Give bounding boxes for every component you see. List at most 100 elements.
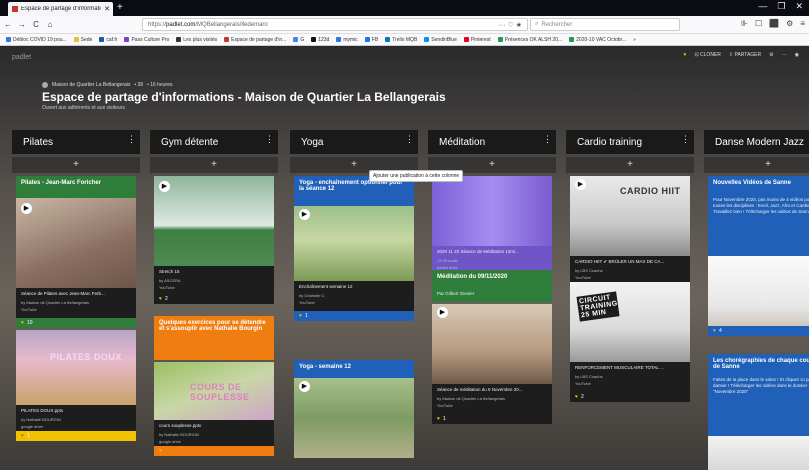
- bookmarks-more-icon[interactable]: »: [633, 37, 636, 43]
- post-likes[interactable]: ♥ 2: [154, 294, 274, 304]
- post-card[interactable]: ▶ Stretch 15 by ASCERA YouTube ♥ 2: [154, 176, 274, 304]
- column-menu-icon[interactable]: ⋮: [265, 134, 274, 145]
- bookmark-item[interactable]: G: [293, 37, 304, 43]
- new-tab-button[interactable]: +: [117, 2, 123, 14]
- post-thumbnail[interactable]: ▶: [154, 176, 274, 266]
- post-thumbnail[interactable]: ▶: [294, 378, 414, 458]
- toolbar-icon[interactable]: ⊪: [741, 19, 748, 28]
- add-post-button[interactable]: +: [12, 157, 140, 173]
- heart-icon[interactable]: ♥: [437, 416, 440, 422]
- post-card[interactable]: Les chorégraphies de chaque cours de San…: [708, 354, 809, 470]
- bookmark-item[interactable]: Les plus visités: [176, 37, 217, 43]
- post-likes[interactable]: ♥ 10: [16, 318, 136, 328]
- bookmark-item[interactable]: caf.fr: [99, 37, 117, 43]
- post-card[interactable]: 2020 11 20 Séance de Méditation 13mi... 1…: [432, 176, 552, 282]
- heart-icon[interactable]: ♥: [159, 448, 162, 454]
- search-input[interactable]: ⌕ Rechercher: [530, 18, 680, 31]
- heart-icon[interactable]: ♥: [575, 394, 578, 400]
- bookmark-item[interactable]: Pass Culture Pro: [124, 37, 169, 43]
- url-actions[interactable]: ··· ♡ ★: [499, 21, 522, 29]
- bookmark-item[interactable]: Trello MQB: [385, 37, 417, 43]
- heart-icon[interactable]: ♥: [683, 52, 686, 58]
- post-likes[interactable]: ♥ 4: [708, 326, 809, 336]
- play-icon[interactable]: ▶: [159, 181, 170, 192]
- bookmark-item[interactable]: 2020-10 VAC Octobr...: [569, 37, 626, 43]
- bookmark-item[interactable]: 123d: [311, 37, 329, 43]
- bookmark-item[interactable]: Espace de partage d'in...: [224, 37, 286, 43]
- heart-icon[interactable]: ♥: [21, 320, 24, 326]
- heart-icon[interactable]: ♥: [713, 328, 716, 334]
- bookmark-item[interactable]: Sede: [73, 37, 92, 43]
- post-thumbnail[interactable]: [708, 256, 809, 326]
- close-window-icon[interactable]: ✕: [795, 1, 803, 12]
- bookmark-item[interactable]: Pinterest: [463, 37, 491, 43]
- bookmark-item[interactable]: Présences OK ALSH 20...: [497, 37, 562, 43]
- toolbar-icon[interactable]: ≡: [800, 19, 805, 28]
- heart-icon[interactable]: ♥: [21, 433, 24, 439]
- padlet-action[interactable]: ⊡ CLONER: [694, 52, 720, 58]
- post-card[interactable]: Méditation du 09/11/2020 Par Gilbert Gieo…: [432, 270, 552, 302]
- bookmark-item[interactable]: Débloc COVID 19 pou...: [6, 37, 67, 43]
- play-icon[interactable]: ▶: [21, 203, 32, 214]
- bookmark-item[interactable]: SendinBlue: [424, 37, 457, 43]
- toolbar-icon[interactable]: ⚙: [786, 19, 793, 28]
- maximize-icon[interactable]: ❐: [777, 1, 785, 12]
- reload-icon[interactable]: C: [30, 20, 42, 29]
- padlet-logo[interactable]: padlet: [12, 54, 31, 61]
- post-text: cours souplesse.pptx: [159, 423, 202, 428]
- minimize-icon[interactable]: —: [758, 1, 767, 12]
- post-card[interactable]: Nouvelles Vidéos de Sanne Pour Novembre 2…: [708, 176, 809, 336]
- post-thumbnail[interactable]: [432, 176, 552, 246]
- post-thumbnail[interactable]: PILATES DOUX: [16, 330, 136, 405]
- post-likes[interactable]: ♥ 2: [570, 392, 690, 402]
- toolbar-icon[interactable]: ☐: [755, 19, 762, 28]
- post-likes[interactable]: ♥ 1: [16, 431, 136, 441]
- column-title: Gym détente: [161, 136, 219, 148]
- post-card[interactable]: PILATES DOUX PILATES DOUX.pptx by Nathalie…: [16, 330, 136, 441]
- add-post-button[interactable]: +: [566, 157, 694, 173]
- column-menu-icon[interactable]: ⋮: [681, 134, 690, 145]
- bookmark-item[interactable]: FB: [364, 37, 378, 43]
- post-likes[interactable]: ♥: [154, 446, 274, 456]
- post-card[interactable]: ▶ Séance de méditation du 9 Novembre 20..…: [432, 304, 552, 424]
- post-card[interactable]: ▶ CARDIO HIIT CARDIO HIIT ✔ BRÛLER UN MAX …: [570, 176, 690, 292]
- post-thumbnail[interactable]: [708, 436, 809, 470]
- post-card[interactable]: COURS DE SOUPLESSE cours souplesse.pptx by…: [154, 362, 274, 456]
- column-menu-icon[interactable]: ⋮: [127, 134, 136, 145]
- play-icon[interactable]: ▶: [299, 209, 310, 220]
- toolbar-icon[interactable]: ⬛: [769, 19, 779, 28]
- add-post-button[interactable]: +: [150, 157, 278, 173]
- post-card[interactable]: Yoga - enchaînement optionnel pour la sé…: [294, 176, 414, 321]
- forward-icon[interactable]: →: [16, 20, 28, 29]
- post-card[interactable]: Yoga - semaine 12 ▶: [294, 360, 414, 458]
- url-bar[interactable]: https:// padlet.com /MQBellangerais/lled…: [142, 18, 528, 31]
- post-thumbnail[interactable]: CIRCUIT TRAINING 25 MIN: [570, 282, 690, 362]
- home-icon[interactable]: ⌂: [44, 20, 56, 29]
- play-icon[interactable]: ▶: [575, 179, 586, 190]
- post-card[interactable]: Pilates - Jean-Marc Foricher ▶ Séance de P…: [16, 176, 136, 328]
- post-thumbnail[interactable]: COURS DE SOUPLESSE: [154, 362, 274, 420]
- play-icon[interactable]: ▶: [299, 381, 310, 392]
- post-thumbnail[interactable]: ▶: [16, 198, 136, 288]
- post-card[interactable]: CIRCUIT TRAINING 25 MIN RENFORCEMENT MUSC…: [570, 282, 690, 402]
- padlet-action[interactable]: ⇧ PARTAGER: [729, 52, 761, 58]
- column-menu-icon[interactable]: ⋮: [405, 134, 414, 145]
- play-icon[interactable]: ▶: [437, 307, 448, 318]
- post-thumbnail[interactable]: ▶: [294, 206, 414, 281]
- post-likes[interactable]: ♥ 1: [294, 311, 414, 321]
- post-card[interactable]: Quelques exercices pour se détendre et s…: [154, 316, 274, 360]
- browser-tab[interactable]: Espace de partage d'informatio ✕: [8, 2, 113, 16]
- close-tab-icon[interactable]: ✕: [101, 5, 113, 13]
- post-thumbnail[interactable]: ▶: [432, 304, 552, 384]
- post-likes[interactable]: ♥ 1: [432, 414, 552, 424]
- bookmark-item[interactable]: mymic: [336, 37, 358, 43]
- padlet-action[interactable]: ◉: [795, 52, 799, 58]
- heart-icon[interactable]: ♥: [159, 296, 162, 302]
- padlet-action[interactable]: ···: [782, 52, 787, 58]
- back-icon[interactable]: ←: [2, 20, 14, 29]
- padlet-action[interactable]: ⚙: [769, 52, 773, 58]
- column-menu-icon[interactable]: ⋮: [543, 134, 552, 145]
- heart-icon[interactable]: ♥: [299, 313, 302, 319]
- post-thumbnail[interactable]: ▶ CARDIO HIIT: [570, 176, 690, 256]
- add-post-button[interactable]: +: [704, 157, 809, 173]
